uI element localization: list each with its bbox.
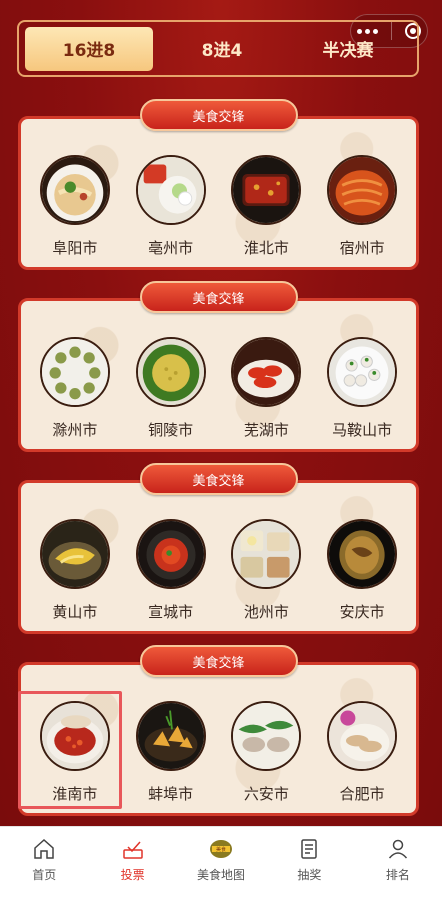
city-chuzhou[interactable]: 滁州市	[30, 337, 120, 440]
city-chizhou[interactable]: 池州市	[221, 519, 311, 622]
city-name: 铜陵市	[148, 421, 194, 439]
nav-home[interactable]: 首页	[0, 827, 88, 897]
dish-image	[327, 519, 398, 589]
nav-vote[interactable]: 投票	[88, 827, 176, 897]
city-name: 马鞍山市	[332, 421, 393, 439]
dish-image	[135, 519, 206, 589]
nav-label: 首页	[32, 868, 57, 882]
city-wuhu[interactable]: 芜湖市	[221, 337, 311, 440]
svg-text:美食: 美食	[216, 846, 226, 853]
nav-label: 排名	[385, 868, 410, 882]
city-name: 芜湖市	[243, 421, 289, 439]
city-name: 蚌埠市	[148, 785, 194, 803]
dish-image	[39, 701, 110, 771]
dish-image	[327, 701, 398, 771]
food-map-icon: 美食	[210, 840, 233, 858]
matchup-group-3: 美食交锋 黄山市 宣城市 池州市 安庆市	[18, 463, 419, 634]
vote-page: 16进8 8进4 半决赛 美食交锋 阜阳市 亳州市 淮北市 宿州市 美食交锋 滁…	[0, 0, 442, 826]
city-huainan[interactable]: 淮南市	[17, 691, 122, 809]
dish-image	[135, 155, 206, 225]
dish-image	[135, 337, 206, 407]
city-name: 淮南市	[52, 785, 98, 803]
dish-image	[39, 519, 110, 589]
round-tabs: 16进8 8进4 半决赛	[17, 20, 419, 77]
bottom-nav: 首页 投票 美食 美食地图 抽奖 排名	[0, 826, 442, 897]
dish-image	[39, 155, 110, 225]
city-luan[interactable]: 六安市	[221, 701, 311, 804]
matchup-group-4: 美食交锋 淮南市 蚌埠市 六安市 合肥市	[17, 645, 419, 816]
nav-food-map[interactable]: 美食 美食地图	[177, 827, 265, 897]
section-banner: 美食交锋	[139, 281, 298, 313]
lottery-icon	[301, 839, 318, 859]
city-name: 滁州市	[52, 421, 98, 439]
dish-image	[327, 155, 398, 225]
city-huangshan[interactable]: 黄山市	[30, 519, 120, 622]
dish-image	[231, 519, 302, 589]
dish-image	[231, 337, 302, 407]
city-bozhou[interactable]: 亳州市	[126, 155, 216, 258]
city-name: 合肥市	[339, 785, 385, 803]
dish-image	[327, 337, 398, 407]
city-bengbu[interactable]: 蚌埠市	[126, 701, 216, 804]
tab-semifinal[interactable]: 半决赛	[285, 27, 411, 71]
tab-round-16[interactable]: 16进8	[25, 26, 153, 71]
dish-image	[231, 701, 302, 771]
city-name: 淮北市	[243, 239, 289, 257]
city-anqing[interactable]: 安庆市	[317, 519, 407, 622]
city-name: 黄山市	[52, 603, 98, 621]
city-name: 六安市	[243, 785, 289, 803]
matchup-group-1: 美食交锋 阜阳市 亳州市 淮北市 宿州市	[18, 99, 419, 270]
nav-label: 美食地图	[197, 868, 246, 882]
city-name: 宣城市	[148, 603, 194, 621]
city-name: 阜阳市	[52, 239, 98, 257]
vote-icon	[122, 841, 143, 859]
city-name: 宿州市	[339, 239, 385, 257]
section-banner: 美食交锋	[139, 99, 298, 131]
dish-image	[135, 701, 206, 771]
city-name: 安庆市	[339, 603, 385, 621]
nav-label: 抽奖	[297, 868, 322, 882]
city-maanshan[interactable]: 马鞍山市	[317, 337, 407, 440]
nav-label: 投票	[120, 868, 145, 882]
tab-round-8[interactable]: 8进4	[159, 27, 285, 71]
nav-ranking[interactable]: 排名	[354, 827, 442, 897]
city-hefei[interactable]: 合肥市	[317, 701, 407, 804]
profile-icon	[388, 839, 407, 859]
city-xuancheng[interactable]: 宣城市	[126, 519, 216, 622]
city-suzhou[interactable]: 宿州市	[317, 155, 407, 258]
matchup-group-2: 美食交锋 滁州市 铜陵市 芜湖市 马鞍山市	[18, 281, 419, 452]
nav-lottery[interactable]: 抽奖	[265, 827, 353, 897]
section-banner: 美食交锋	[139, 463, 298, 495]
city-name: 池州市	[243, 603, 289, 621]
city-huaibei[interactable]: 淮北市	[221, 155, 311, 258]
city-name: 亳州市	[148, 239, 194, 257]
city-tongling[interactable]: 铜陵市	[126, 337, 216, 440]
section-banner: 美食交锋	[139, 645, 298, 677]
dish-image	[231, 155, 302, 225]
dish-image	[39, 337, 110, 407]
home-icon	[34, 838, 54, 859]
city-fuyang[interactable]: 阜阳市	[30, 155, 120, 258]
